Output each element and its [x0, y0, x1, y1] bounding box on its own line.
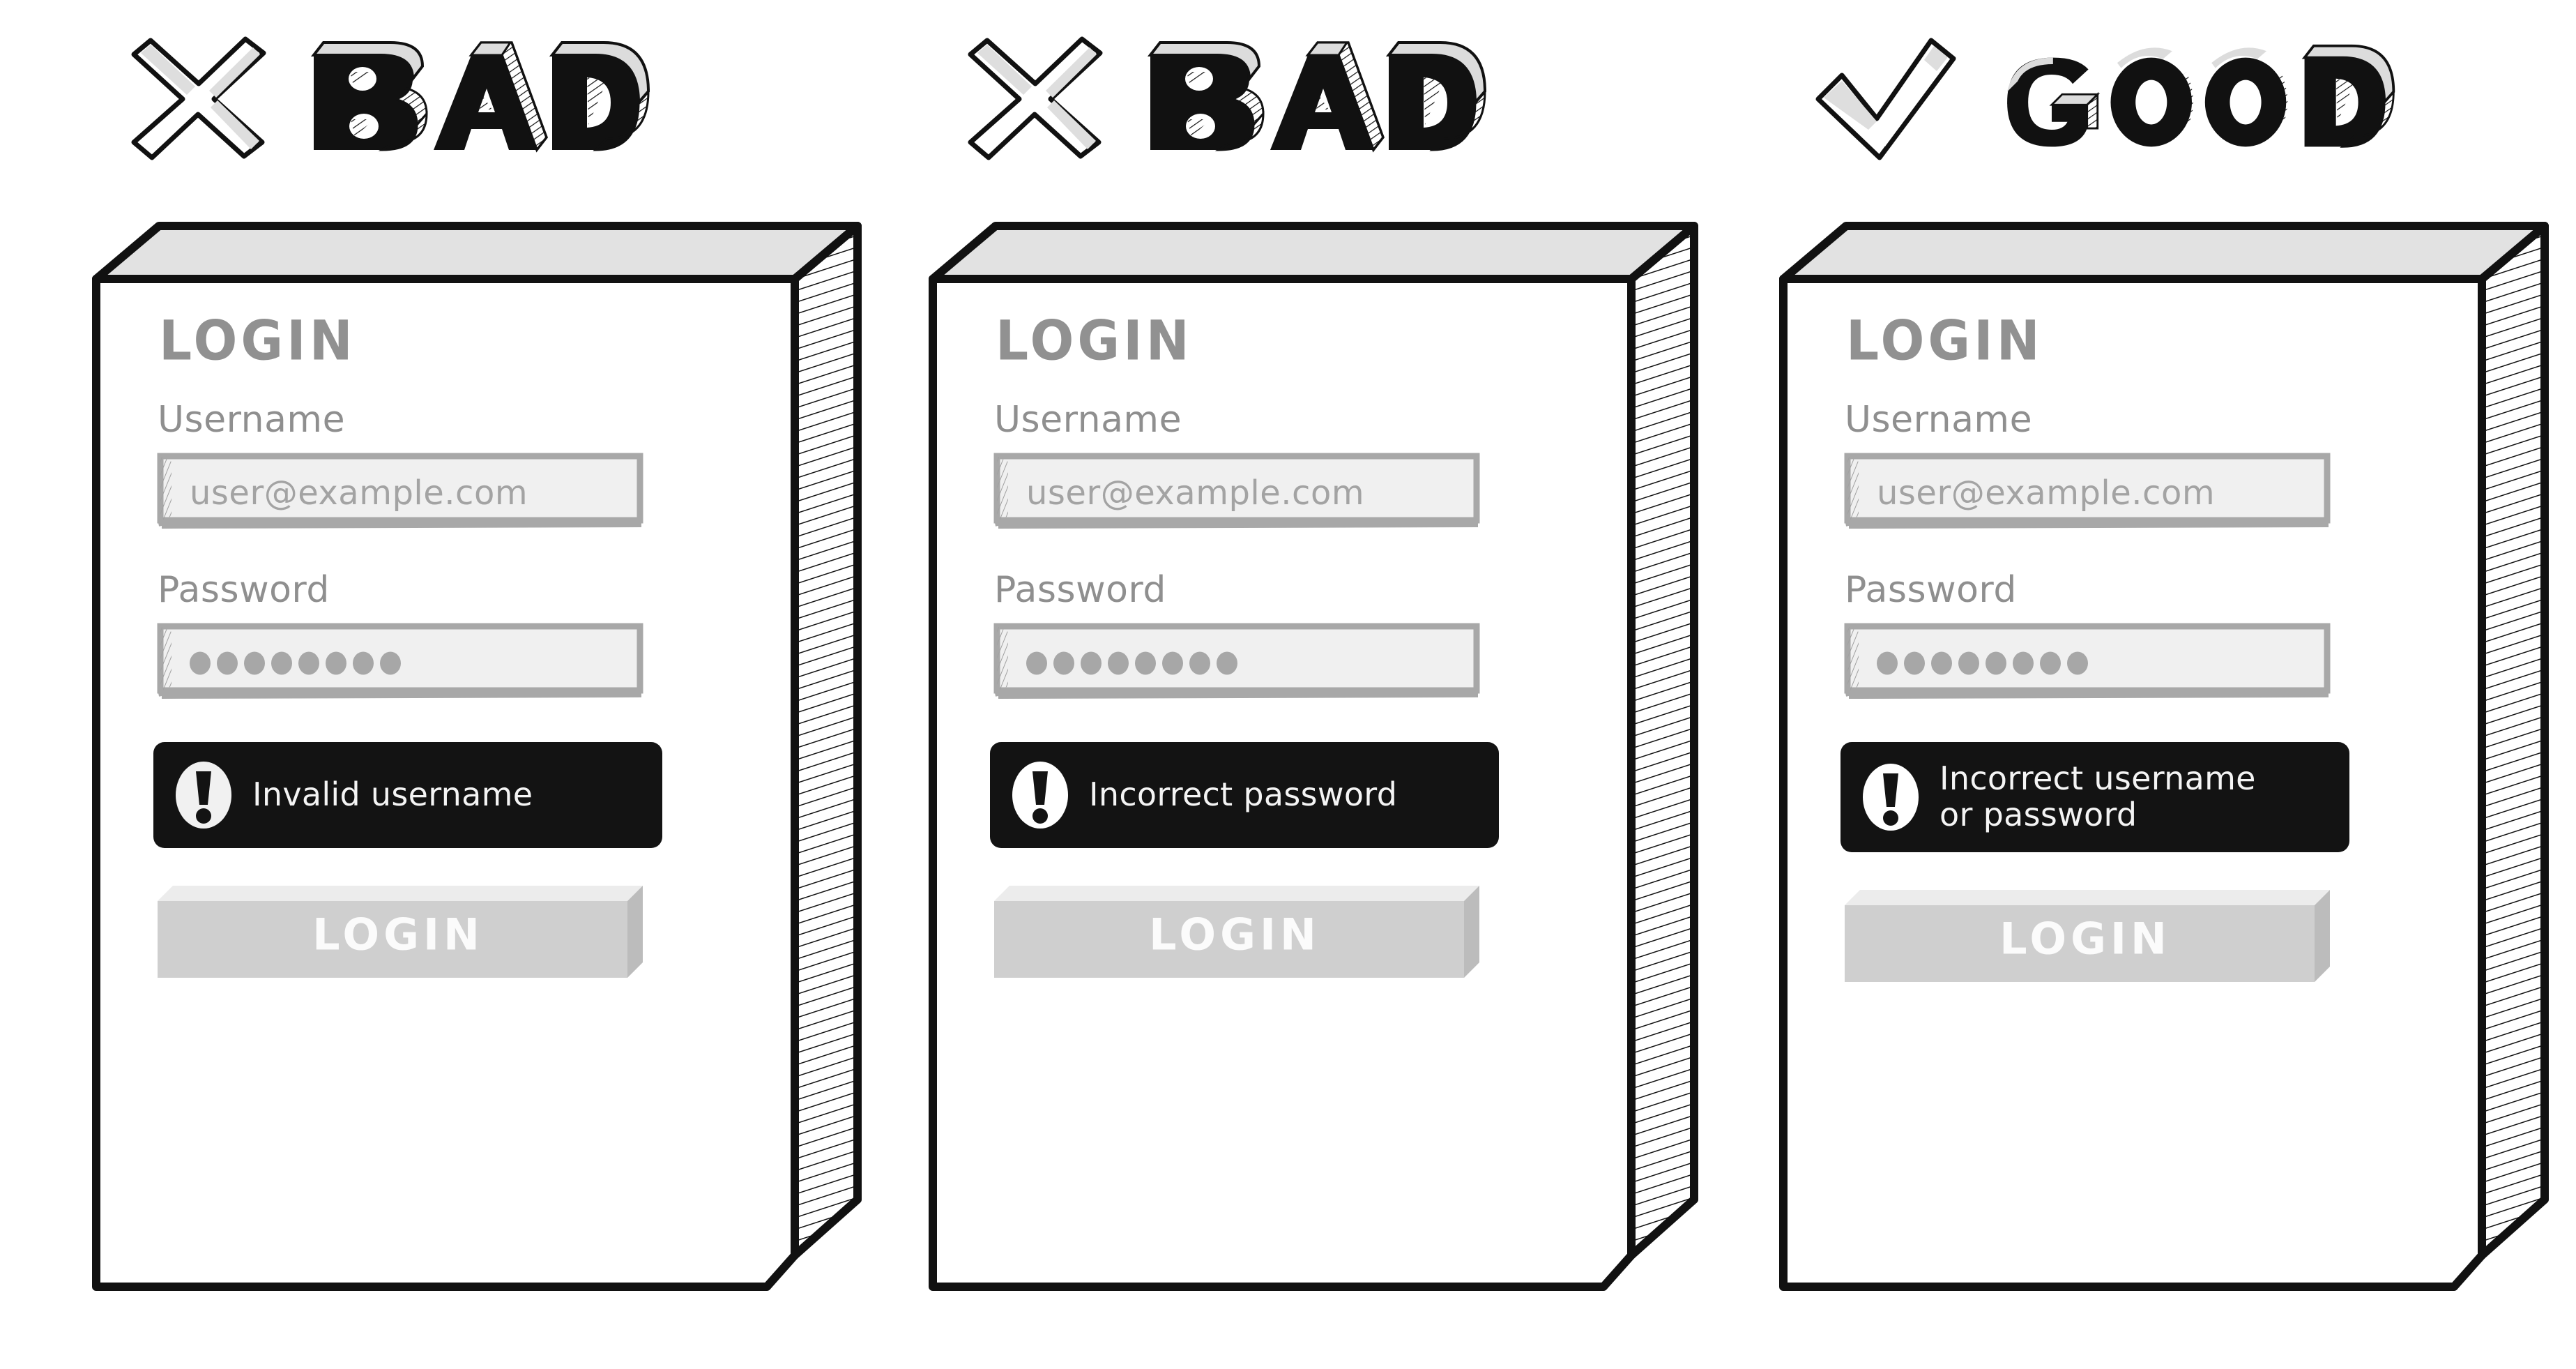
verdict-label	[2007, 44, 2395, 148]
error-line: Invalid username	[252, 776, 533, 814]
login-submit-button[interactable]: LOGIN	[1840, 884, 2349, 989]
password-dot	[1877, 651, 1898, 675]
password-dot	[190, 651, 211, 675]
example-column-good: LOGIN Username user@example.com Password…	[1757, 0, 2576, 1369]
error-line: Incorrect password	[1089, 776, 1398, 814]
password-dot	[2040, 651, 2061, 675]
username-label: Username	[994, 399, 1182, 441]
login-submit-button[interactable]: LOGIN	[153, 880, 662, 985]
password-dot	[2013, 651, 2034, 675]
password-dot	[298, 651, 319, 675]
verdict-header	[962, 17, 1488, 177]
username-field-group: Username user@example.com	[1840, 402, 2342, 534]
error-banner: Invalid username	[153, 742, 662, 848]
password-dot	[1904, 651, 1925, 675]
error-banner: Incorrect password	[990, 742, 1499, 848]
example-column-bad-1: LOGIN Username user@example.com Password…	[70, 0, 892, 1369]
password-label: Password	[1845, 569, 2017, 611]
card-title: LOGIN	[1846, 309, 2043, 373]
cross-mark-icon	[131, 36, 266, 160]
exclamation-circle-icon	[1863, 764, 1919, 831]
password-dot	[1189, 651, 1210, 675]
username-label: Username	[1845, 399, 2033, 441]
password-dot	[1081, 651, 1102, 675]
card-title: LOGIN	[159, 309, 356, 373]
password-input[interactable]	[153, 622, 648, 704]
password-dot	[1053, 651, 1074, 675]
button-3d-shape	[1845, 890, 2330, 982]
password-dot	[1162, 651, 1183, 675]
button-3d-shape	[994, 886, 1479, 978]
password-dot	[271, 651, 292, 675]
password-mask-dots	[1026, 651, 1237, 675]
login-submit-button[interactable]: LOGIN	[990, 880, 1499, 985]
password-dot	[1958, 651, 1979, 675]
password-dot	[1026, 651, 1047, 675]
password-dot	[1135, 651, 1156, 675]
card-content: LOGIN Username user@example.com Password…	[153, 309, 662, 985]
login-card: LOGIN Username user@example.com Password…	[906, 209, 1729, 1339]
error-banner: Incorrect username or password	[1840, 742, 2349, 852]
username-input[interactable]: user@example.com	[153, 452, 648, 534]
username-input[interactable]: user@example.com	[990, 452, 1485, 534]
password-label: Password	[158, 569, 330, 611]
verdict-header	[125, 17, 651, 177]
error-message: Incorrect password	[1089, 777, 1397, 813]
card-content: LOGIN Username user@example.com Password…	[990, 309, 1499, 985]
password-dot	[1108, 651, 1129, 675]
username-placeholder: user@example.com	[1877, 474, 2216, 513]
username-field-group: Username user@example.com	[153, 402, 655, 534]
password-field-group: Password	[990, 572, 1492, 704]
password-dot	[1986, 651, 2006, 675]
username-placeholder: user@example.com	[1026, 474, 1365, 513]
error-message: Invalid username	[252, 777, 533, 813]
check-mark-icon	[1815, 38, 1956, 160]
username-placeholder: user@example.com	[190, 474, 528, 513]
username-label: Username	[158, 399, 346, 441]
cross-mark-icon	[968, 36, 1103, 160]
exclamation-circle-icon	[176, 762, 231, 829]
password-dot	[1217, 651, 1237, 675]
exclamation-circle-icon	[1012, 762, 1068, 829]
password-field-group: Password	[153, 572, 655, 704]
username-input[interactable]: user@example.com	[1840, 452, 2335, 534]
password-dot	[2067, 651, 2088, 675]
password-dot	[353, 651, 374, 675]
verdict-label	[1147, 41, 1487, 153]
verdict-header	[1813, 17, 2408, 177]
password-label: Password	[994, 569, 1166, 611]
password-dot	[326, 651, 346, 675]
password-input[interactable]	[1840, 622, 2335, 704]
card-content: LOGIN Username user@example.com Password…	[1840, 309, 2349, 989]
password-mask-dots	[1877, 651, 2088, 675]
login-card: LOGIN Username user@example.com Password…	[70, 209, 892, 1339]
password-field-group: Password	[1840, 572, 2342, 704]
password-dot	[380, 651, 401, 675]
card-title: LOGIN	[996, 309, 1193, 373]
error-line: Incorrect username	[1939, 759, 2256, 798]
example-column-bad-2: LOGIN Username user@example.com Password…	[906, 0, 1729, 1369]
password-input[interactable]	[990, 622, 1485, 704]
illustration-canvas: LOGIN Username user@example.com Password…	[0, 0, 2576, 1369]
password-dot	[244, 651, 265, 675]
username-field-group: Username user@example.com	[990, 402, 1492, 534]
verdict-label	[310, 41, 650, 153]
button-3d-shape	[158, 886, 643, 978]
password-mask-dots	[190, 651, 401, 675]
password-dot	[217, 651, 238, 675]
error-line: or password	[1939, 796, 2137, 833]
password-dot	[1931, 651, 1952, 675]
login-card: LOGIN Username user@example.com Password…	[1757, 209, 2576, 1339]
error-message: Incorrect username or password	[1939, 761, 2256, 833]
